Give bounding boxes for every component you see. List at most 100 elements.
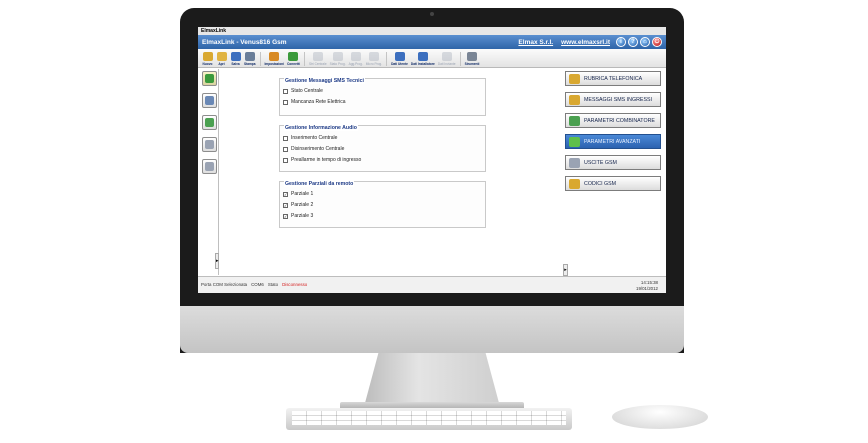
agg-prog-icon <box>350 52 361 61</box>
settings-icon <box>269 52 280 61</box>
image-icon <box>205 118 214 127</box>
toolbar-button[interactable]: Connetti <box>286 52 301 66</box>
toolbar-button[interactable]: Stri Centrale <box>308 52 328 66</box>
modules-icon <box>205 74 214 83</box>
toolbar-button-label: Dati Utente <box>391 62 408 66</box>
info-icon[interactable]: i <box>616 37 626 47</box>
status-date: 19/01/2012 <box>636 286 658 291</box>
save-icon <box>230 52 241 61</box>
dialer-icon <box>569 115 580 126</box>
print-icon <box>244 52 255 61</box>
toolbar-button-label: Nuovo <box>202 62 213 66</box>
toolbar-button-label: Salva <box>231 62 240 66</box>
checkbox-option[interactable]: Mancanza Rete Elettrica <box>283 99 345 105</box>
mouse <box>612 405 708 429</box>
website-link[interactable]: www.elmaxsrl.it <box>561 39 610 46</box>
toolbar-button-label: Agg.Prog. <box>348 62 363 66</box>
panel-button[interactable]: RUBRICA TELEFONICA <box>565 71 661 86</box>
micro-prog-icon <box>368 52 379 61</box>
app-window: ElmaxLink ElmaxLink - Venus816 Gsm Elmax… <box>198 27 666 293</box>
toolbar-button-label: Dati Installatore <box>410 62 435 66</box>
left-sidebar <box>200 69 219 275</box>
installer-data-icon <box>417 52 428 61</box>
toolbar-button-label: Apri <box>218 62 225 66</box>
checkbox[interactable]: ✓ <box>283 202 288 208</box>
mid-scroll-arrow[interactable]: ▸ <box>563 264 568 276</box>
panel-button[interactable]: USCITE GSM <box>565 155 661 170</box>
toolbar-button[interactable]: Dati Inviante <box>437 52 457 66</box>
checkbox[interactable]: ✓ <box>283 213 288 219</box>
toolbar: Nuovo Apri Salva Stampa Impostazioni Connetti… <box>198 49 666 68</box>
toolbar-separator <box>386 52 388 66</box>
checkbox-option[interactable]: Stato Centrale <box>283 88 323 94</box>
checkbox-option[interactable]: Disinserimento Centrale <box>283 146 344 152</box>
toolbar-button[interactable]: Dati Installatore <box>410 52 436 66</box>
toolbar-separator <box>303 52 305 66</box>
checkbox-label: Inserimento Centrale <box>291 135 338 141</box>
panel-button[interactable]: MESSAGGI SMS INGRESSI <box>565 92 661 107</box>
gsm-output-icon <box>569 157 580 168</box>
exit-icon[interactable]: ⏻ <box>652 37 662 47</box>
checkbox-option[interactable]: Preallarme in tempo di ingresso <box>283 157 361 163</box>
sidebar-button[interactable] <box>202 137 217 152</box>
stri-centrale-icon <box>312 52 323 61</box>
app-title: ElmaxLink - Venus816 Gsm <box>202 38 287 46</box>
checkbox-label: Parziale 2 <box>291 202 314 208</box>
sidebar-button[interactable] <box>202 71 217 86</box>
checkbox[interactable] <box>283 135 288 141</box>
checkbox[interactable] <box>283 99 288 105</box>
clipboard-icon <box>205 140 214 149</box>
group-title: Gestione Informazione Audio <box>284 125 358 131</box>
toolbar-button[interactable]: Strumenti <box>464 52 481 66</box>
checkbox[interactable]: ✓ <box>283 191 288 197</box>
toolbar-button-label: Dati Inviante <box>437 62 456 66</box>
sidebar-button[interactable] <box>202 115 217 130</box>
checkbox-label: Parziale 1 <box>291 191 314 197</box>
toolbar-button[interactable]: Agg.Prog. <box>348 52 364 66</box>
toolbar-button[interactable]: Stato Prog. <box>329 52 347 66</box>
company-link[interactable]: Elmax S.r.l. <box>518 39 553 46</box>
sidebar-button[interactable] <box>202 159 217 174</box>
checkbox-option[interactable]: ✓ Parziale 2 <box>283 202 313 208</box>
option-group: Gestione Messaggi SMS Tecnici <box>279 78 486 116</box>
toolbar-button[interactable]: Salva <box>229 52 242 66</box>
panel-button[interactable]: CODICI GSM <box>565 176 661 191</box>
panel-button-label: PARAMETRI COMBINATORE <box>584 117 655 124</box>
toolbar-button-label: Stri Centrale <box>308 62 327 66</box>
panel-button-label: CODICI GSM <box>584 180 617 187</box>
panel-button[interactable]: PARAMETRI COMBINATORE <box>565 113 661 128</box>
toolbar-button-label: Micro Prog. <box>365 62 383 66</box>
panel-button[interactable]: PARAMETRI AVANZATI <box>565 134 661 149</box>
checkbox-option[interactable]: ✓ Parziale 3 <box>283 213 313 219</box>
toolbar-button-label: Connetti <box>287 62 300 66</box>
toolbar-button-label: Impostazioni <box>264 62 284 66</box>
toolbar-button[interactable]: Stampa <box>243 52 257 66</box>
checkbox-label: Disinserimento Centrale <box>291 146 345 152</box>
checkbox-label: Preallarme in tempo di ingresso <box>291 157 362 163</box>
status-clock: 14:15:38 19/01/2012 <box>636 280 658 292</box>
stato-prog-icon <box>332 52 343 61</box>
toolbar-button[interactable]: Dati Utente <box>390 52 409 66</box>
help-icon[interactable]: ? <box>628 37 638 47</box>
connect-icon <box>288 52 299 61</box>
toolbar-button[interactable]: Apri <box>215 52 228 66</box>
com-label: Porta COM Selezionata <box>201 282 248 287</box>
checkbox-option[interactable]: ✓ Parziale 1 <box>283 191 313 197</box>
toolbar-button[interactable]: Nuovo <box>201 52 214 66</box>
checkbox-option[interactable]: Inserimento Centrale <box>283 135 337 141</box>
status-bar: Porta COM Selezionata COM6 Stato Disconn… <box>198 276 666 293</box>
toolbar-button[interactable]: Micro Prog. <box>365 52 383 66</box>
group-title: Gestione Messaggi SMS Tecnici <box>284 78 365 84</box>
home-icon[interactable]: ⌂ <box>640 37 650 47</box>
left-scroll-arrow[interactable]: ▸ <box>215 253 219 269</box>
settings-content: Gestione Messaggi SMS Tecnici Stato Centr… <box>221 68 561 276</box>
right-panel: RUBRICA TELEFONICA MESSAGGI SMS INGRESSI P… <box>565 71 661 197</box>
sidebar-button[interactable] <box>202 93 217 108</box>
checkbox[interactable] <box>283 157 288 163</box>
checkbox[interactable] <box>283 88 288 94</box>
panel-button-label: PARAMETRI AVANZATI <box>584 138 641 145</box>
toolbar-button[interactable]: Impostazioni <box>264 52 285 66</box>
group-title: Gestione Parziali da remoto <box>284 181 355 187</box>
toolbar-button-label: Stampa <box>244 62 256 66</box>
checkbox[interactable] <box>283 146 288 152</box>
